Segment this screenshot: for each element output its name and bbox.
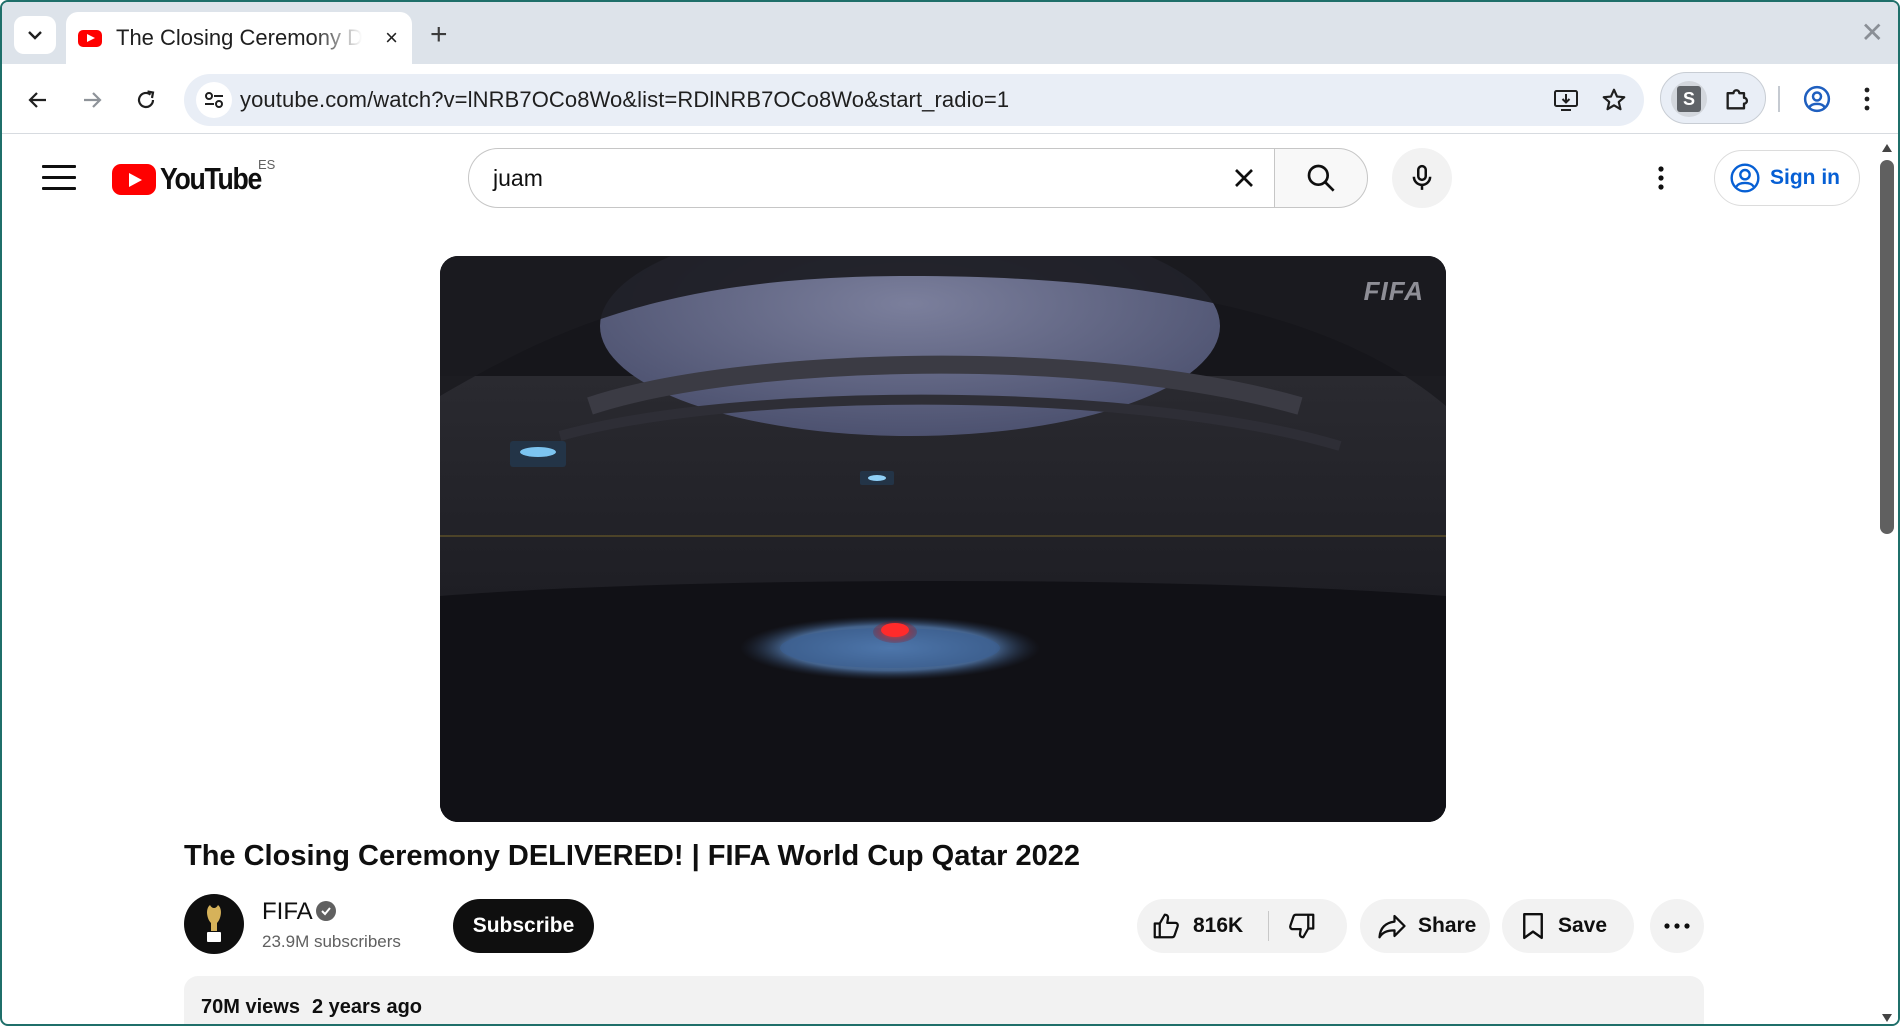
like-count: 816K [1193,914,1244,937]
bookmark-star-icon [1602,88,1626,111]
site-info-icon [205,92,223,108]
extensions-group: S [1660,72,1766,124]
mic-icon [1412,164,1432,190]
reload-button[interactable] [130,84,162,116]
search-input[interactable]: juam [468,148,1274,208]
thumbs-down-icon [1289,913,1315,939]
description-box[interactable]: 70M views 2 years ago [184,976,1704,1024]
tab-title: The Closing Ceremony DELIVERED! | FIFA W… [116,25,362,50]
profile-button[interactable] [1802,84,1832,119]
close-icon [1235,169,1253,187]
toolbar-divider [1778,86,1780,112]
scroll-up-arrow-icon[interactable] [1882,144,1892,152]
sign-in-button[interactable]: Sign in [1714,150,1860,206]
site-info-button[interactable] [196,82,232,118]
forward-button[interactable] [76,84,108,116]
tab-strip: The Closing Ceremony DELIVERED! | FIFA W… [2,2,1898,64]
bookmark-star-button[interactable] [1600,86,1628,114]
share-arrow-icon [1378,914,1406,939]
trophy-icon [207,905,221,942]
thumbs-up-icon [1153,913,1179,939]
profile-icon [1803,85,1831,113]
window-close-button[interactable]: ✕ [1861,19,1884,47]
like-button[interactable]: 816K [1151,911,1243,941]
sign-in-label: Sign in [1770,166,1840,189]
channel-avatar[interactable] [184,894,244,954]
forward-arrow-icon [84,92,102,108]
tab-search-button[interactable] [14,16,56,54]
subscribe-button[interactable]: Subscribe [453,899,594,953]
verified-icon [316,901,336,921]
upload-age: 2 years ago [311,996,423,1018]
hamburger-icon [42,165,76,190]
install-app-button[interactable] [1552,86,1580,114]
bookmark-icon [1523,912,1543,940]
clear-search-button[interactable] [1228,161,1260,200]
install-app-icon [1554,90,1578,111]
back-arrow-icon [28,92,46,108]
search-button[interactable] [1274,148,1368,208]
scroll-down-arrow-icon[interactable] [1882,1014,1892,1022]
extensions-button[interactable] [1723,85,1751,118]
youtube-logo[interactable]: YouTube ES [112,157,278,197]
browser-menu-button[interactable] [1862,84,1872,119]
channel-name[interactable]: FIFA [262,898,313,926]
extension-s-icon: S [1677,86,1701,112]
save-label: Save [1558,914,1608,937]
country-code: ES [258,157,276,172]
youtube-masthead: YouTube ES juam Sign in [2,135,1882,223]
voice-search-button[interactable] [1392,148,1452,208]
tab-close-icon[interactable]: × [385,26,398,50]
more-vert-icon [1658,166,1664,190]
reload-icon [137,90,155,109]
share-label: Share [1418,914,1477,937]
puzzle-icon [1726,89,1749,110]
video-watermark: FIFA [1363,276,1424,306]
address-bar[interactable]: youtube.com/watch?v=lNRB7OCo8Wo&list=RDl… [184,74,1644,126]
search-icon [1307,164,1335,192]
account-icon [1730,163,1760,193]
tab-search-icon [28,31,42,40]
like-divider [1268,911,1269,941]
video-title: The Closing Ceremony DELIVERED! | FIFA W… [184,840,1080,872]
guide-menu-button[interactable] [42,165,76,193]
browser-toolbar: youtube.com/watch?v=lNRB7OCo8Wo&list=RDl… [2,64,1898,134]
more-horiz-icon [1664,923,1690,929]
url-text[interactable]: youtube.com/watch?v=lNRB7OCo8Wo&list=RDl… [240,87,1009,113]
back-button[interactable] [22,84,54,116]
scrollbar-thumb[interactable] [1880,160,1894,534]
video-meta: 70M views 2 years ago [201,996,422,1019]
video-player[interactable]: FIFA [440,256,1446,822]
active-tab[interactable]: The Closing Ceremony DELIVERED! | FIFA W… [66,12,412,64]
youtube-favicon-icon [78,29,102,47]
video-frame-stadium [440,256,1446,822]
new-tab-button[interactable]: + [430,20,448,50]
more-actions-button[interactable] [1650,899,1704,953]
browser-window: The Closing Ceremony DELIVERED! | FIFA W… [0,0,1900,1026]
page-scrollbar[interactable] [1876,140,1898,1024]
logo-wordmark: YouTube [160,161,262,196]
share-button[interactable]: Share [1360,899,1490,953]
save-button[interactable]: Save [1502,899,1634,953]
extension-s-button[interactable]: S [1671,81,1707,117]
dislike-button[interactable] [1287,911,1317,946]
view-count: 70M views [201,996,300,1018]
search-query-text: juam [493,165,543,191]
more-vert-icon [1864,87,1870,111]
settings-menu-button[interactable] [1656,163,1666,198]
like-dislike-group: 816K [1137,899,1347,953]
youtube-play-icon [112,163,156,195]
subscriber-count: 23.9M subscribers [262,932,401,951]
